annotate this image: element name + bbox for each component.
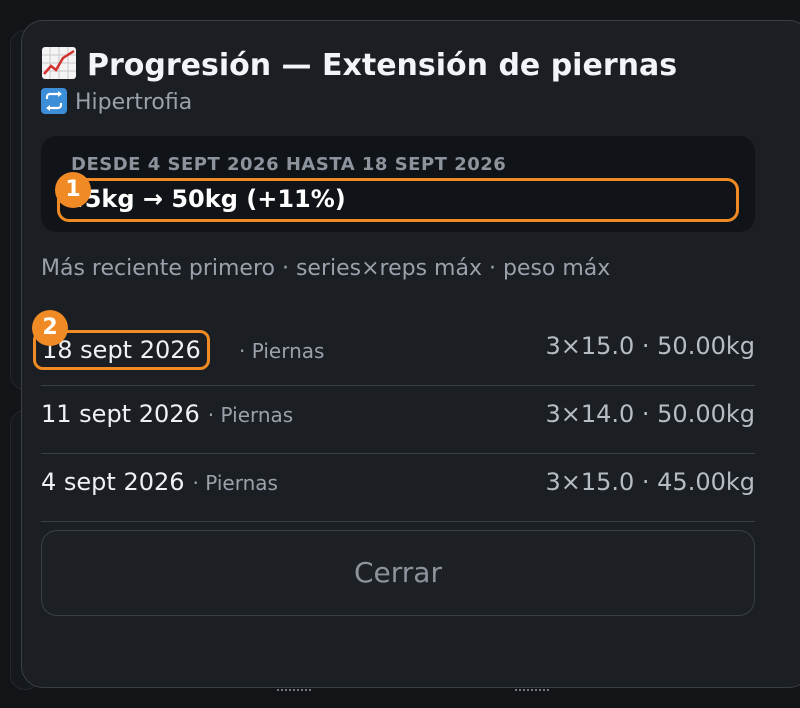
session-stats: 3×14.0 · 50.00kg xyxy=(545,400,755,428)
session-row[interactable]: 18 sept 2026 · Piernas 3×15.0 · 50.00kg xyxy=(33,318,755,386)
session-category: · Piernas xyxy=(239,339,325,363)
annotation-badge-1: 1 xyxy=(55,172,91,208)
background-dots xyxy=(514,688,550,692)
session-date-text: 18 sept 2026 xyxy=(42,336,201,364)
session-meta-wrap: · Piernas xyxy=(231,336,324,364)
session-date: 11 sept 2026 · Piernas xyxy=(41,400,293,428)
session-category: · Piernas xyxy=(192,471,278,495)
session-row[interactable]: 4 sept 2026 · Piernas 3×15.0 · 45.00kg xyxy=(41,454,755,522)
dialog-title-text: Progresión — Extensión de piernas xyxy=(87,48,678,83)
annotation-badge-2: 2 xyxy=(32,310,68,346)
background-dots xyxy=(276,688,312,692)
progress-summary-card: DESDE 4 SEPT 2026 HASTA 18 SEPT 2026 45k… xyxy=(41,136,755,232)
session-category: · Piernas xyxy=(207,403,294,427)
session-list: 18 sept 2026 · Piernas 3×15.0 · 50.00kg … xyxy=(33,318,755,522)
close-button[interactable]: Cerrar xyxy=(41,530,755,616)
repeat-arrows-icon xyxy=(41,88,67,114)
session-stats: 3×15.0 · 50.00kg xyxy=(545,332,755,360)
dialog-title: Progresión — Extensión de piernas xyxy=(41,46,677,83)
sort-hint: Más reciente primero · series×reps máx ·… xyxy=(41,256,611,281)
subtitle-text: Hipertrofia xyxy=(75,90,193,115)
session-stats: 3×15.0 · 45.00kg xyxy=(545,468,755,496)
weight-delta-value: 45kg → 50kg (+11%) xyxy=(68,185,346,213)
weight-delta-highlight: 45kg → 50kg (+11%) xyxy=(57,178,739,222)
session-date-text: 11 sept 2026 xyxy=(41,400,200,428)
date-range-label: DESDE 4 SEPT 2026 HASTA 18 SEPT 2026 xyxy=(71,154,507,175)
session-date-text: 4 sept 2026 xyxy=(41,468,185,496)
session-date: 4 sept 2026 · Piernas xyxy=(41,468,278,496)
chart-increasing-icon xyxy=(41,46,77,80)
dialog-subtitle: Hipertrofia xyxy=(41,88,192,115)
session-row[interactable]: 11 sept 2026 · Piernas 3×14.0 · 50.00kg xyxy=(41,386,755,454)
